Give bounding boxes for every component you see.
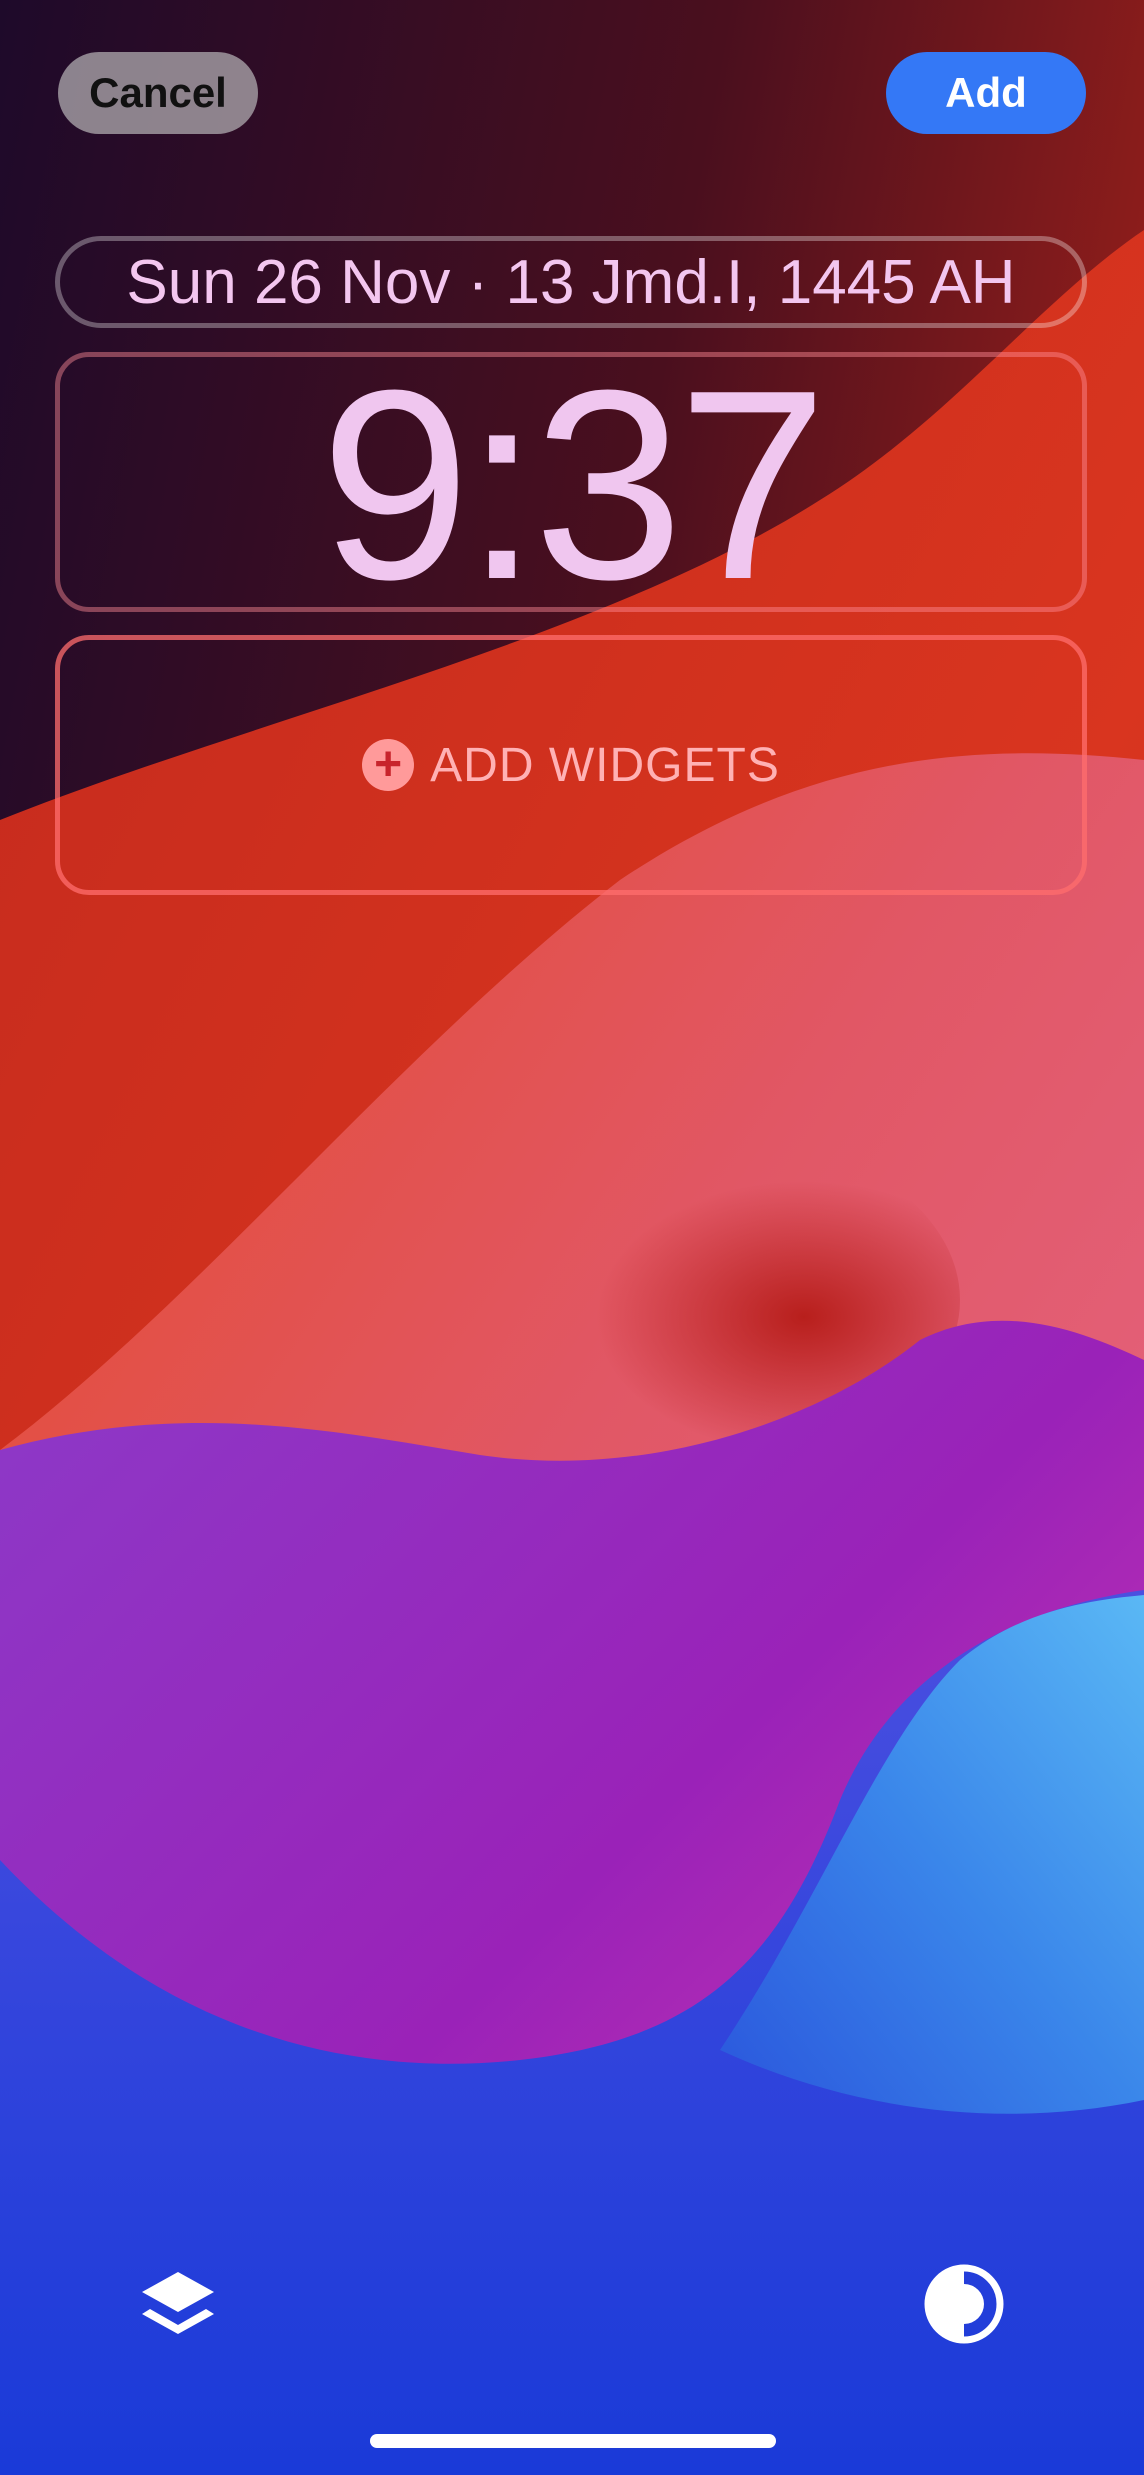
- clock-time: 9:37: [320, 335, 827, 636]
- contrast-icon[interactable]: [922, 2262, 1006, 2346]
- cancel-button[interactable]: Cancel: [58, 52, 258, 134]
- add-widgets-row: + ADD WIDGETS: [362, 738, 780, 793]
- layers-icon[interactable]: [136, 2262, 220, 2346]
- add-widgets-area[interactable]: + ADD WIDGETS: [55, 635, 1087, 895]
- clock-frame[interactable]: 9:37: [55, 351, 1087, 621]
- add-widgets-label: ADD WIDGETS: [430, 738, 780, 792]
- plus-circle-icon: +: [362, 739, 415, 791]
- home-indicator[interactable]: [370, 2434, 776, 2448]
- lock-screen-editor: Cancel Add Sun 26 Nov · 13 Jmd.I, 1445 A…: [0, 0, 1144, 2475]
- date-widget[interactable]: Sun 26 Nov · 13 Jmd.I, 1445 AH: [55, 236, 1087, 328]
- add-button[interactable]: Add: [886, 52, 1086, 134]
